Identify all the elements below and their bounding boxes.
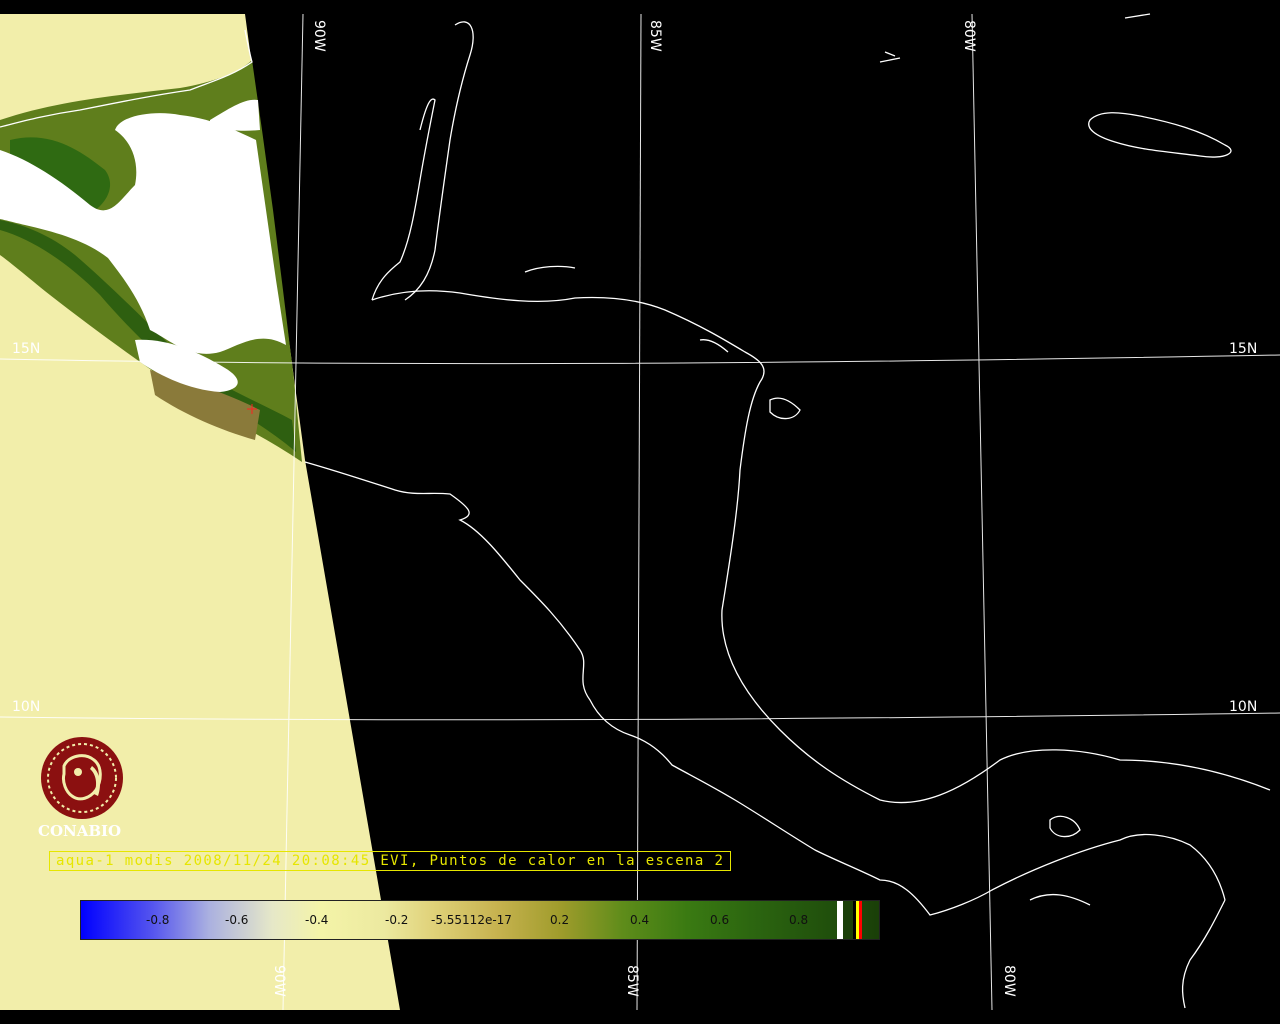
colorbar-tick: -0.8 <box>146 913 170 927</box>
scene-caption: aqua-1 modis 2008/11/24 20:08:45 EVI, Pu… <box>49 851 732 871</box>
lat-label-left-10n: 10N <box>12 699 41 715</box>
colorbar-tick: -0.2 <box>385 913 409 927</box>
lat-label-left-15n: 15N <box>12 341 41 357</box>
lat-label-right-10n: 10N <box>1229 699 1258 715</box>
lon-label-bottom-90w: 90W <box>271 965 287 997</box>
colorbar-tick: -0.6 <box>225 913 249 927</box>
lon-label-top-85w: 85W <box>647 20 663 52</box>
colorbar-stripe-green <box>843 901 853 939</box>
lon-label-bottom-85w: 85W <box>624 965 640 997</box>
conabio-wordmark: CONABIO <box>38 822 122 840</box>
colorbar-stripe-red <box>859 901 862 939</box>
colorbar-tick: 0.4 <box>630 913 650 927</box>
lon-label-top-90w: 90W <box>311 20 327 52</box>
colorbar-tick: 0.8 <box>789 913 809 927</box>
lon-label-top-80w: 80W <box>961 20 977 52</box>
colorbar-tick: -0.4 <box>305 913 329 927</box>
colorbar-tick: 0.6 <box>710 913 730 927</box>
lon-label-bottom-80w: 80W <box>1001 965 1017 997</box>
conabio-seal-icon <box>41 737 123 819</box>
conabio-logo <box>36 736 128 828</box>
lat-label-right-15n: 15N <box>1229 341 1258 357</box>
colorbar-tick: -5.55112e-17 <box>431 913 512 927</box>
colorbar-tick: 0.2 <box>550 913 570 927</box>
evi-colorbar: -0.8 -0.6 -0.4 -0.2 -5.55112e-17 0.2 0.4… <box>80 900 880 940</box>
